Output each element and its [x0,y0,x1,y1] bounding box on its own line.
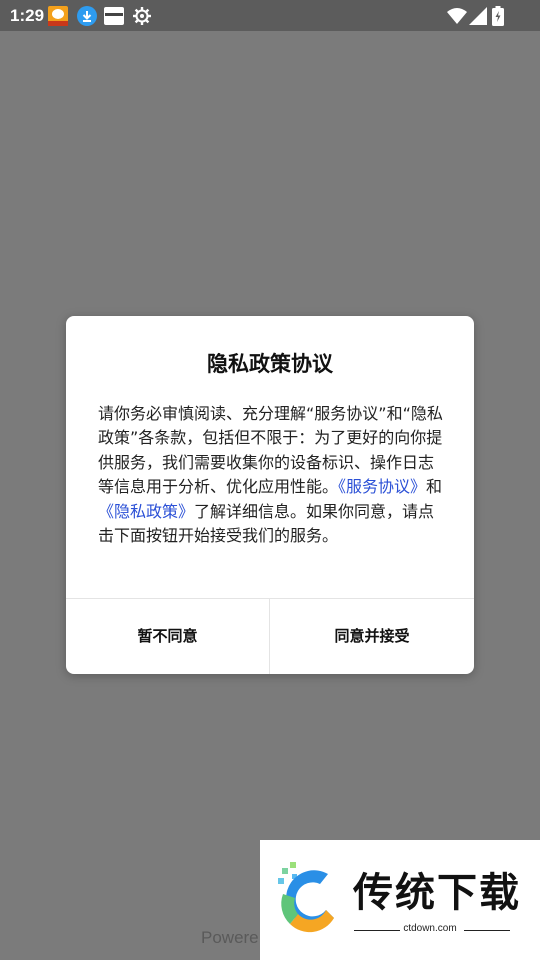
powered-by-text: Powere [201,928,259,947]
download-icon [77,6,97,26]
watermark-domain: ctdown.com [403,923,457,934]
status-bar: 1:29 [0,0,540,31]
watermark-line-left [354,930,400,931]
status-time: 1:29 [10,6,45,25]
dialog-title: 隐私政策协议 [207,352,333,376]
signal-icon [469,7,487,25]
privacy-policy-dialog: 隐私政策协议 请你务必审慎阅读、充分理解“服务协议”和“隐私政策”各条款，包括但… [66,316,474,674]
dialog-body: 请你务必审慎阅读、充分理解“服务协议”和“隐私政策”各条款，包括但不限于：为了更… [98,402,446,548]
battery-charging-icon [492,6,504,26]
service-agreement-link[interactable]: 《服务协议》 [338,477,426,496]
dialog-body-conjunction: 和 [426,477,443,497]
gear-icon [132,6,152,26]
watermark-brand: 传统下载 [353,870,521,916]
watermark-line-right [464,930,510,931]
watermark-logo [278,862,334,933]
app-notification-icon [48,6,68,26]
agree-and-accept-button[interactable]: 同意并接受 [270,599,474,674]
app-notification-icon [104,7,124,25]
privacy-policy-link[interactable]: 《隐私政策》 [98,502,194,521]
watermark: 传统下载 ctdown.com [260,840,540,960]
wifi-icon [447,7,467,25]
disagree-button[interactable]: 暂不同意 [66,599,269,674]
